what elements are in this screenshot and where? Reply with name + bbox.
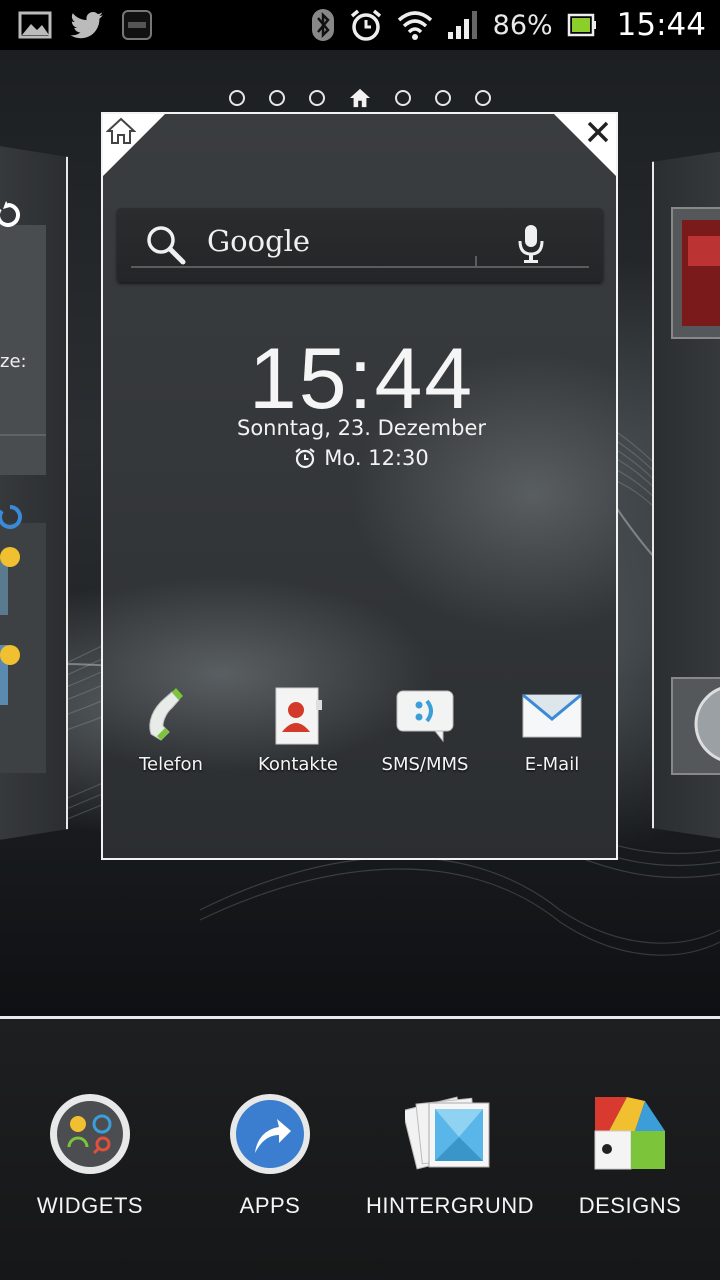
app-telefon[interactable]: Telefon <box>116 684 226 775</box>
panel-app-row: Telefon Kontakte SMS/MMS E-Mail <box>103 684 616 784</box>
app-label: SMS/MMS <box>381 754 469 775</box>
page-dot[interactable] <box>475 90 491 106</box>
battery-percent: 86% <box>492 9 553 41</box>
app-label: Telefon <box>139 754 203 775</box>
wifi-icon <box>397 9 433 41</box>
status-time: 15:44 <box>616 7 706 43</box>
battery-icon <box>567 12 597 38</box>
customize-tray: WIDGETS APPS HINTERGRUND DESIGNS <box>0 1019 720 1280</box>
search-underline <box>131 266 589 268</box>
search-label: Google <box>207 224 311 258</box>
left-preview-content <box>0 201 46 773</box>
page-dot[interactable] <box>309 90 325 106</box>
right-homescreen-preview[interactable] <box>652 148 720 842</box>
clock-widget-icon <box>122 10 152 40</box>
contacts-icon <box>266 684 330 748</box>
tray-label: WIDGETS <box>36 1193 144 1218</box>
app-kontakte[interactable]: Kontakte <box>243 684 353 775</box>
widgets-icon <box>45 1089 135 1179</box>
remove-page-button[interactable] <box>554 114 616 176</box>
next-alarm-text: Mo. 12:30 <box>324 446 429 470</box>
email-icon <box>520 684 584 748</box>
search-separator <box>475 256 477 268</box>
signal-icon <box>447 10 479 40</box>
page-dot[interactable] <box>269 90 285 106</box>
bluetooth-icon <box>311 8 335 42</box>
page-dot[interactable] <box>395 90 411 106</box>
page-dot[interactable] <box>229 90 245 106</box>
app-label: Kontakte <box>258 754 338 775</box>
search-icon <box>145 224 187 270</box>
set-home-button[interactable] <box>103 114 165 176</box>
app-email[interactable]: E-Mail <box>497 684 607 775</box>
clock-widget-date: Sonntag, 23. Dezember <box>236 416 487 440</box>
twitter-icon <box>70 11 104 39</box>
wallpaper-icon <box>405 1089 495 1179</box>
app-sms-mms[interactable]: SMS/MMS <box>370 684 480 775</box>
page-dot[interactable] <box>435 90 451 106</box>
alarm-icon <box>349 8 383 42</box>
tray-label: HINTERGRUND <box>365 1193 535 1218</box>
tray-designs-button[interactable]: DESIGNS <box>540 1089 720 1219</box>
sms-icon <box>393 684 457 748</box>
designs-icon <box>585 1089 675 1179</box>
alarm-icon <box>295 448 315 469</box>
page-indicator <box>0 86 720 110</box>
tray-label: DESIGNS <box>578 1193 682 1218</box>
google-search-widget[interactable]: Google <box>117 208 603 282</box>
selected-homescreen-panel[interactable]: Google 15:44 Sonntag, 23. Dezember Mo. 1… <box>101 112 618 860</box>
home-page-icon[interactable] <box>349 87 371 109</box>
phone-icon <box>139 684 203 748</box>
tray-widgets-button[interactable]: WIDGETS <box>0 1089 180 1219</box>
status-bar: 86% 15:44 <box>0 0 720 50</box>
apps-icon <box>225 1089 315 1179</box>
clock-widget-time[interactable]: 15:44 <box>103 336 616 422</box>
left-homescreen-preview[interactable]: ze: <box>0 143 68 843</box>
app-label: E-Mail <box>524 754 580 775</box>
right-preview-content <box>671 207 720 775</box>
left-preview-text: ze: <box>0 351 27 372</box>
mic-icon[interactable] <box>517 224 545 268</box>
tray-label: APPS <box>239 1193 301 1218</box>
next-alarm: Mo. 12:30 <box>103 446 616 470</box>
tray-apps-button[interactable]: APPS <box>180 1089 360 1219</box>
gallery-icon <box>18 10 52 40</box>
close-icon <box>587 121 609 143</box>
home-icon <box>106 117 136 144</box>
tray-wallpaper-button[interactable]: HINTERGRUND <box>360 1089 540 1219</box>
